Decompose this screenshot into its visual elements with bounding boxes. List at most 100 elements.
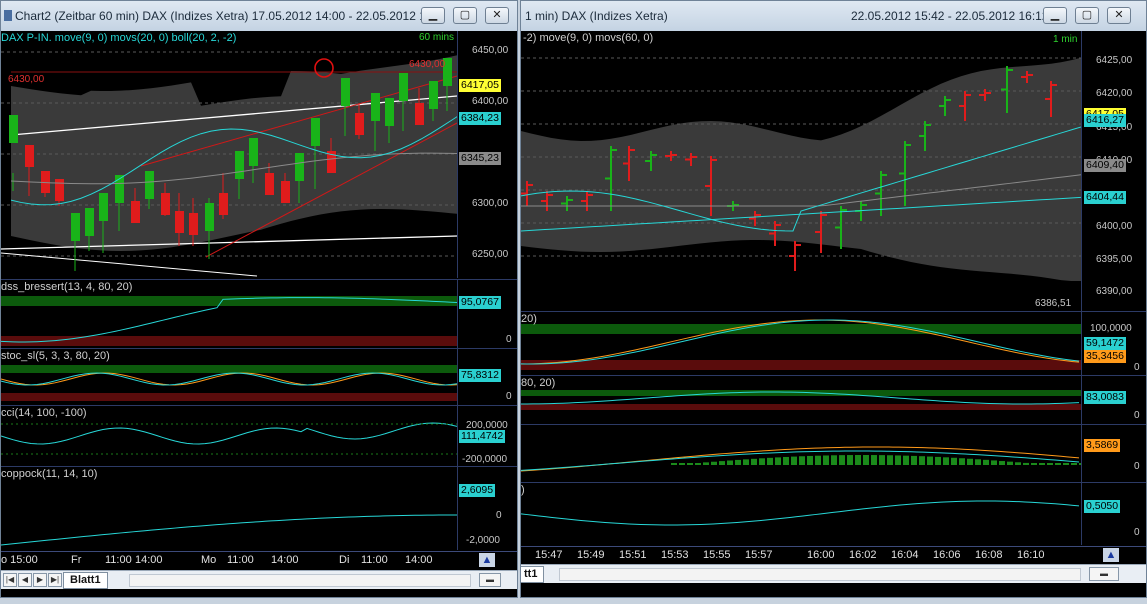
next-sheet-button[interactable]: ▶ [33, 573, 47, 587]
scroll-grip-icon[interactable]: ▬ [1089, 567, 1119, 581]
histogram-bar [895, 455, 901, 465]
histogram-bar [999, 461, 1005, 465]
last-sheet-button[interactable]: ▶| [48, 573, 62, 587]
histogram-bar [1071, 463, 1077, 465]
histogram-bar [783, 456, 789, 465]
time-label: 16:06 [933, 549, 961, 561]
indicator-value-badge: 83,0083 [1084, 391, 1126, 404]
indicator-zero-label: 0 [1134, 362, 1140, 373]
hscroll-track[interactable] [129, 574, 471, 587]
histogram-bar [711, 461, 717, 465]
indicator-value-badge: 2,6095 [459, 484, 496, 497]
dss-indicator-pane[interactable]: dss_bressert(13, 4, 80, 20) 95,0767 0 [1, 280, 517, 348]
indicator-value-badge: 95,0767 [459, 296, 501, 309]
indicator-zero-label: 0 [1134, 527, 1140, 538]
indicator-value-badge: 3,5869 [1084, 439, 1121, 452]
histogram-bar [767, 457, 773, 465]
right-indicator-3-chart [521, 446, 1081, 472]
histogram-bar [727, 460, 733, 465]
histogram-bar [951, 457, 957, 465]
left-price-pane[interactable]: DAX P-IN. move(9, 0) movs(20, 0) boll(20… [1, 31, 517, 278]
right-indicator-1-axis: 100,0000 59,1472 35,3456 0 [1081, 312, 1146, 375]
indicator-title: dss_bressert(13, 4, 80, 20) [1, 281, 133, 293]
histogram-bar [759, 458, 765, 465]
right-chart-window[interactable]: 1 min) DAX (Indizes Xetra) 22.05.2012 15… [520, 0, 1147, 598]
minimize-icon: ▁ [1050, 9, 1060, 21]
candle-body [429, 81, 438, 109]
bottom-value-label: 6386,51 [1035, 298, 1072, 309]
right-indicator-3-pane[interactable]: 3,5869 0 [521, 425, 1146, 482]
histogram-bar [863, 455, 869, 465]
minimize-button[interactable]: ▁ [1043, 7, 1067, 24]
indicator-top-label: 100,0000 [1090, 323, 1132, 334]
indicator-title: stoc_sl(5, 3, 3, 80, 20) [1, 350, 110, 362]
prev-sheet-button[interactable]: ◀ [18, 573, 32, 587]
maximize-button[interactable]: ▢ [453, 7, 477, 24]
histogram-bar [943, 457, 949, 465]
candle-body [205, 203, 214, 231]
right-window-titlebar[interactable]: 1 min) DAX (Indizes Xetra) 22.05.2012 15… [521, 1, 1146, 32]
indicator-zone [1, 365, 457, 373]
histogram-bar [879, 455, 885, 465]
indicator-zero-label: 0 [496, 510, 502, 521]
annotation-label-left: 6430,00 [8, 74, 45, 85]
candle-body [9, 115, 18, 143]
indicator-zero-label: 0 [1134, 461, 1140, 472]
time-label: 14:00 [405, 554, 433, 566]
right-indicator-2-pane[interactable]: 80, 20) 83,0083 0 [521, 376, 1146, 424]
first-sheet-button[interactable]: |◀ [3, 573, 17, 587]
histogram-bar [855, 455, 861, 465]
time-label: 16:02 [849, 549, 877, 561]
dss-axis: 95,0767 0 [457, 280, 517, 348]
drawing-tool-icon[interactable]: ▲ [1103, 548, 1119, 562]
histogram-bar [887, 455, 893, 465]
cci-indicator-pane[interactable]: cci(14, 100, -100) 200,0000 111,4742 -20… [1, 406, 517, 466]
time-label: 15:57 [745, 549, 773, 561]
left-chart-window[interactable]: Chart2 (Zeitbar 60 min) DAX (Indizes Xet… [0, 0, 518, 598]
minimize-button[interactable]: ▁ [421, 7, 445, 24]
hscroll-track[interactable] [559, 568, 1081, 581]
histogram-bar [927, 456, 933, 465]
sheet-tab[interactable]: tt1 [521, 566, 545, 583]
sma-value-badge: 6409,40 [1084, 159, 1126, 172]
histogram-bar [831, 455, 837, 465]
coppock-indicator-pane[interactable]: coppock(11, 14, 10) 2,6095 0 -2,0000 [1, 467, 517, 550]
drawing-tool-icon[interactable]: ▲ [479, 553, 495, 567]
left-window-titlebar[interactable]: Chart2 (Zeitbar 60 min) DAX (Indizes Xet… [1, 1, 517, 32]
chart-app-icon [4, 10, 12, 21]
indicator-title: cci(14, 100, -100) [1, 407, 87, 419]
close-button[interactable]: ✕ [485, 7, 509, 24]
time-label: Mo [201, 554, 217, 566]
right-main-header: -2) move(9, 0) movs(60, 0) [523, 32, 654, 44]
price-label: 6400,00 [472, 96, 509, 107]
histogram-bar [751, 458, 757, 465]
time-label: 11:00 [361, 554, 388, 566]
indicator-zero-label: 0 [506, 391, 512, 402]
histogram-bar [1007, 461, 1013, 465]
histogram-bar [823, 455, 829, 465]
candle-body [161, 193, 170, 215]
time-label: 15:53 [661, 549, 689, 561]
stoc-indicator-pane[interactable]: stoc_sl(5, 3, 3, 80, 20) 75,8312 0 [1, 349, 517, 405]
indicator-bottom-label: -200,0000 [462, 454, 508, 465]
ma-value-badge: 6384,23 [459, 112, 501, 125]
indicator-line [1, 422, 457, 445]
candle-body [311, 118, 320, 146]
scroll-grip-icon[interactable]: ▬ [479, 573, 501, 587]
histogram-bar [935, 456, 941, 465]
sheet-tab[interactable]: Blatt1 [63, 572, 108, 589]
price-label: 6425,00 [1096, 55, 1133, 66]
right-indicator-4-pane[interactable]: ) 0,5050 0 [521, 483, 1146, 545]
candle-body [371, 93, 380, 121]
right-price-axis: 6425,00 6420,00 6415,00 6410,00 6400,00 … [1081, 31, 1146, 311]
time-label: Fr [71, 554, 82, 566]
close-button[interactable]: ✕ [1107, 7, 1131, 24]
indicator-line [521, 500, 1080, 526]
right-indicator-1-pane[interactable]: 20) 100,0000 59,1472 35,3456 0 [521, 312, 1146, 375]
right-price-pane[interactable]: -2) move(9, 0) movs(60, 0) 1 min 6386,51… [521, 31, 1146, 311]
right-indicator-2-chart [521, 390, 1081, 410]
maximize-button[interactable]: ▢ [1075, 7, 1099, 24]
histogram-bar [903, 455, 909, 465]
close-icon: ✕ [1114, 9, 1124, 21]
histogram-bar [735, 459, 741, 465]
